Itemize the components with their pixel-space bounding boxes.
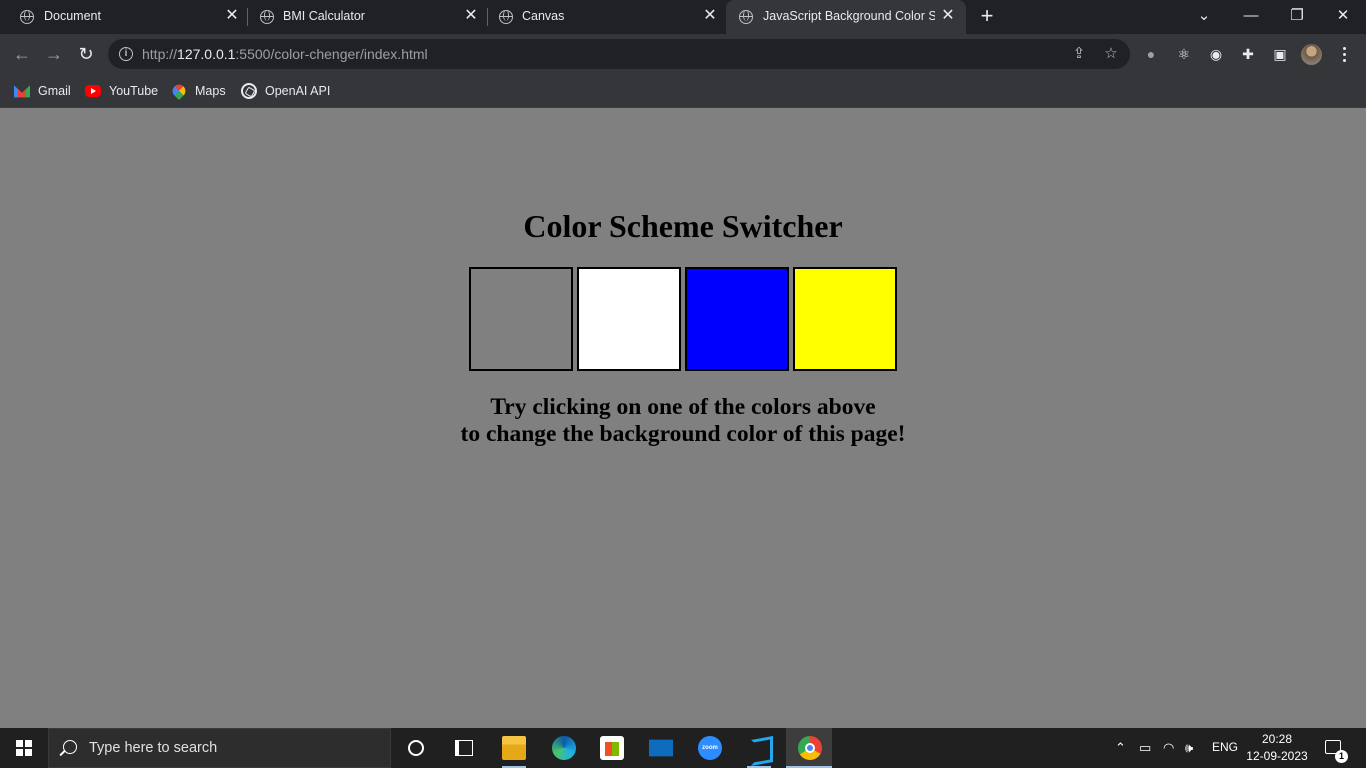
maps-icon — [169, 81, 189, 101]
vscode-icon[interactable] — [747, 736, 771, 760]
mail-icon[interactable] — [649, 739, 673, 757]
openai-icon — [241, 83, 257, 99]
bookmark-openai-api[interactable]: OpenAI API — [241, 82, 330, 100]
gmail-icon — [14, 85, 30, 98]
bookmark-youtube[interactable]: YouTube — [85, 82, 158, 100]
extensions-puzzle-icon[interactable]: ✚ — [1239, 45, 1257, 63]
close-icon[interactable]: ✕ — [940, 8, 956, 24]
tab-search-chevron-icon[interactable]: ⌄ — [1193, 6, 1215, 26]
youtube-icon — [85, 85, 101, 97]
bookmark-label: YouTube — [109, 84, 159, 98]
site-info-icon[interactable]: i — [119, 47, 133, 61]
new-tab-button[interactable]: + — [977, 5, 997, 27]
reload-button[interactable]: ↻ — [75, 43, 97, 65]
browser-toolbar: ← → ↻ i http://127.0.0.1:5500/color-chen… — [0, 34, 1366, 74]
search-placeholder: Type here to search — [89, 740, 218, 756]
task-view-icon[interactable] — [455, 740, 473, 756]
language-indicator[interactable]: ENG — [1212, 740, 1238, 754]
restore-button[interactable]: ❐ — [1286, 6, 1308, 26]
close-icon[interactable]: ✕ — [702, 8, 718, 24]
system-clock[interactable]: 20:28 12-09-2023 — [1245, 731, 1309, 765]
tab-document[interactable]: Document ✕ — [0, 0, 248, 34]
edge-icon[interactable] — [552, 736, 576, 760]
color-swatches — [469, 267, 899, 371]
bookmarks-bar: Gmail YouTube Maps OpenAI API — [0, 74, 1366, 108]
bookmark-label: Maps — [195, 84, 226, 98]
volume-icon[interactable]: 🕪 — [1185, 740, 1193, 756]
tab-title: Document — [44, 9, 101, 23]
profile-avatar[interactable] — [1301, 44, 1322, 65]
back-button[interactable]: ← — [11, 43, 33, 65]
bookmark-star-icon[interactable]: ☆ — [1102, 45, 1120, 63]
microsoft-store-icon[interactable] — [600, 736, 624, 760]
page-title: Color Scheme Switcher — [523, 208, 843, 244]
minimize-button[interactable]: — — [1240, 6, 1262, 26]
globe-icon — [499, 10, 513, 24]
address-bar[interactable]: i http://127.0.0.1:5500/color-chenger/in… — [108, 39, 1130, 69]
file-explorer-icon[interactable] — [502, 736, 526, 760]
swatch-blue[interactable] — [685, 267, 789, 371]
side-panel-icon[interactable]: ▣ — [1271, 45, 1289, 63]
url-scheme: http:// — [142, 46, 178, 62]
chrome-icon[interactable] — [798, 736, 822, 760]
globe-icon — [739, 10, 753, 24]
search-icon — [63, 740, 77, 754]
swatch-white[interactable] — [577, 267, 681, 371]
clock-date: 12-09-2023 — [1246, 749, 1308, 763]
taskbar-search-box[interactable]: Type here to search — [48, 728, 391, 768]
bookmark-maps[interactable]: Maps — [169, 81, 226, 101]
tab-javascript-background-color-switcher[interactable]: JavaScript Background Color Swi ✕ — [726, 0, 966, 34]
page-content: Color Scheme Switcher Try clicking on on… — [0, 108, 1366, 728]
extension-circle-icon[interactable]: ◉ — [1207, 45, 1225, 63]
extension-dropper-icon[interactable]: ● — [1142, 45, 1160, 63]
browser-menu-icon[interactable] — [1336, 44, 1352, 64]
tab-canvas[interactable]: Canvas ✕ — [488, 0, 726, 34]
globe-icon — [20, 10, 34, 24]
close-icon[interactable]: ✕ — [463, 8, 479, 24]
close-icon[interactable]: ✕ — [224, 8, 240, 24]
tab-title: JavaScript Background Color Swi — [763, 9, 935, 23]
zoom-icon[interactable]: zoom — [698, 736, 722, 760]
tab-title: BMI Calculator — [283, 9, 365, 23]
react-devtools-icon[interactable]: ⚛ — [1175, 45, 1193, 63]
tab-strip: Document ✕ BMI Calculator ✕ Canvas ✕ Jav… — [0, 0, 1366, 34]
clock-time: 20:28 — [1261, 732, 1293, 746]
battery-icon[interactable]: ▭ — [1139, 740, 1151, 756]
url-host: 127.0.0.1 — [177, 46, 236, 62]
close-window-button[interactable]: ✕ — [1332, 6, 1354, 26]
globe-icon — [260, 10, 274, 24]
tab-title: Canvas — [522, 9, 565, 23]
instructions: Try clicking on one of the colors above … — [0, 394, 1366, 448]
notification-badge: 1 — [1335, 750, 1348, 763]
windows-start-icon[interactable] — [16, 740, 32, 756]
url-path: :5500/color-chenger/index.html — [235, 46, 428, 62]
cortana-icon[interactable] — [408, 740, 424, 756]
swatch-yellow[interactable] — [793, 267, 897, 371]
bookmark-label: Gmail — [38, 84, 71, 98]
swatch-grey[interactable] — [469, 267, 573, 371]
taskbar: Type here to search zoom ⌃ ▭ ◠ 🕪 ENG 20:… — [0, 728, 1366, 768]
chevron-up-icon[interactable]: ⌃ — [1115, 740, 1126, 756]
instruction-line-2: to change the background color of this p… — [460, 421, 906, 447]
bookmark-gmail[interactable]: Gmail — [14, 82, 71, 100]
wifi-icon[interactable]: ◠ — [1163, 740, 1174, 756]
forward-button[interactable]: → — [43, 43, 65, 65]
tab-bmi-calculator[interactable]: BMI Calculator ✕ — [248, 0, 488, 34]
share-icon[interactable]: ⇪ — [1070, 45, 1088, 63]
url-text: http://127.0.0.1:5500/color-chenger/inde… — [142, 46, 428, 62]
instruction-line-1: Try clicking on one of the colors above — [490, 394, 876, 420]
bookmark-label: OpenAI API — [265, 84, 331, 98]
